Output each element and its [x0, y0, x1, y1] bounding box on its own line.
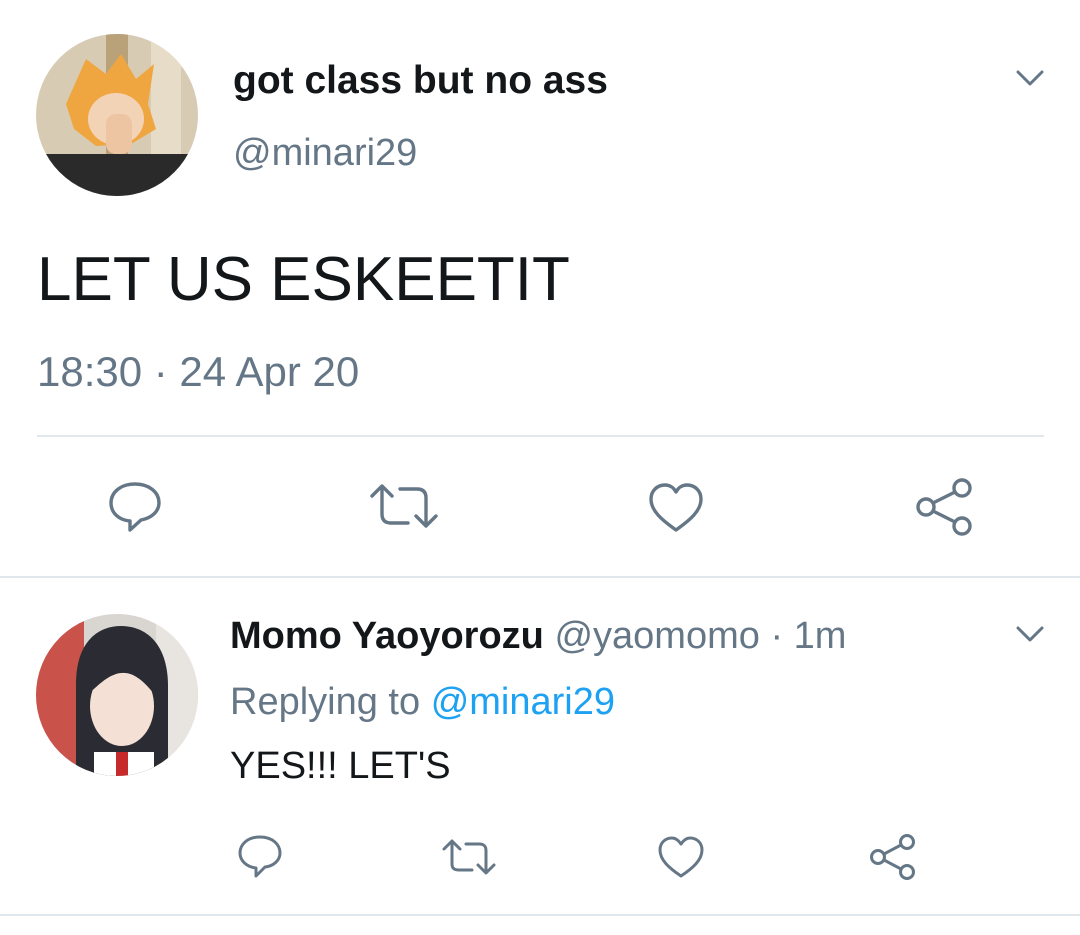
reply-chevron-down-icon[interactable]	[1012, 620, 1048, 648]
user-handle[interactable]: @minari29	[233, 130, 417, 176]
tweet-timestamp: 18:30 · 24 Apr 20	[37, 348, 360, 395]
reply-retweet-icon[interactable]	[441, 836, 497, 878]
reply-text: YES!!! LET'S	[230, 745, 451, 787]
replying-to-handle-link[interactable]: @minari29	[431, 681, 615, 723]
replying-to-line: Replying to @minari29	[230, 678, 615, 726]
reply-reply-icon[interactable]	[236, 832, 284, 880]
reply-handle[interactable]: @yaomomo	[554, 615, 759, 657]
reply-header: Momo Yaoyorozu @yaomomo · 1m	[230, 612, 846, 660]
reply-icon[interactable]	[106, 478, 164, 534]
reply-avatar[interactable]	[36, 614, 198, 776]
divider	[37, 435, 1044, 437]
display-name[interactable]: got class but no ass	[233, 57, 608, 105]
share-icon[interactable]	[914, 476, 974, 538]
avatar[interactable]	[36, 34, 198, 196]
retweet-icon[interactable]	[368, 480, 440, 532]
replying-to-label: Replying to	[230, 681, 421, 723]
tweet-text: LET US ESKEETIT	[37, 245, 570, 314]
like-icon[interactable]	[646, 480, 706, 536]
reply-display-name[interactable]: Momo Yaoyorozu	[230, 615, 544, 657]
bottom-divider	[0, 914, 1080, 916]
reply-like-icon[interactable]	[656, 834, 706, 880]
section-divider	[0, 576, 1080, 578]
reply-time: · 1m	[770, 615, 847, 657]
chevron-down-icon[interactable]	[1012, 64, 1048, 92]
reply-share-icon[interactable]	[868, 832, 918, 882]
